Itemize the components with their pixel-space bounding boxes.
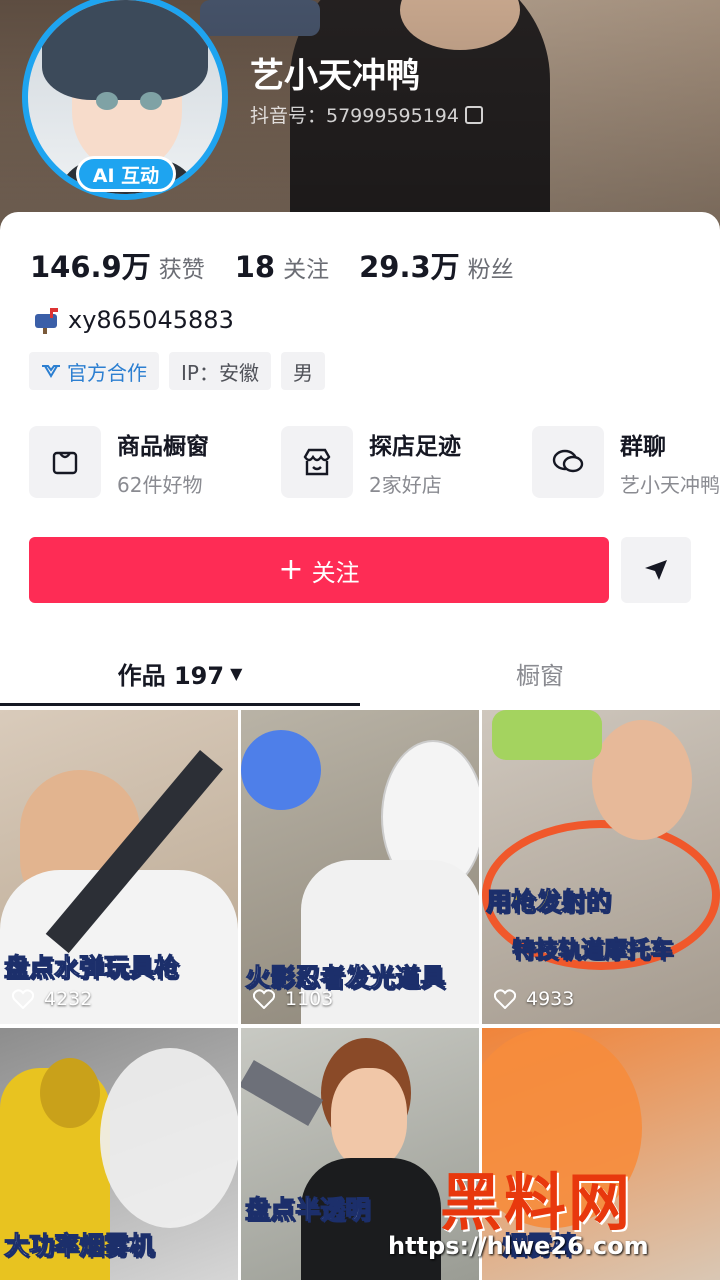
feature-group-chat[interactable]: 群聊 艺小天冲鸭 bbox=[532, 426, 720, 498]
follow-button[interactable]: + 关注 bbox=[29, 537, 609, 603]
following-count[interactable]: 18 bbox=[235, 250, 275, 284]
bag-icon bbox=[29, 426, 101, 498]
heart-icon bbox=[253, 989, 275, 1009]
watermark-logo: 黑料网 bbox=[440, 1166, 633, 1239]
share-button[interactable] bbox=[621, 537, 691, 603]
tab-works[interactable]: 作品 197 ▼ bbox=[0, 640, 360, 706]
video-thumbnail[interactable]: 用枪发射的 特技轨道摩托车 4933 bbox=[482, 710, 720, 1024]
thumb-toy-ball bbox=[241, 730, 321, 810]
send-icon bbox=[645, 560, 667, 580]
thumb-smoke bbox=[100, 1048, 238, 1228]
video-caption-top: 用枪发射的 bbox=[485, 887, 612, 917]
tab-works-label: 作品 197 bbox=[117, 661, 225, 690]
feature-title: 商品橱窗 bbox=[117, 433, 209, 460]
heart-icon bbox=[12, 989, 34, 1009]
tag-official-label: 官方合作 bbox=[67, 360, 147, 385]
tab-active-indicator bbox=[0, 703, 360, 706]
profile-tags: 官方合作 IP：安徽 男 bbox=[29, 352, 325, 390]
thumb-person bbox=[592, 720, 692, 840]
bio-email: xy865045883 bbox=[32, 306, 234, 334]
profile-stats: 146.9万 获赞 18 关注 29.3万 粉丝 bbox=[30, 244, 544, 286]
video-caption: 大功率烟雾机 bbox=[3, 1231, 155, 1261]
chat-icon bbox=[532, 426, 604, 498]
avatar-eye-right bbox=[140, 92, 162, 110]
video-likes: 4933 bbox=[494, 988, 574, 1010]
likes-count: 4232 bbox=[44, 988, 93, 1010]
avatar-eye-left bbox=[96, 92, 118, 110]
video-thumbnail[interactable]: 火影忍者发光道具 1103 bbox=[241, 710, 479, 1024]
tag-gender: 男 bbox=[280, 352, 325, 390]
video-caption: 盘点半透明 bbox=[244, 1195, 371, 1225]
tab-showcase[interactable]: 橱窗 bbox=[360, 640, 720, 706]
email-text: xy865045883 bbox=[68, 306, 234, 334]
following-label: 关注 bbox=[283, 257, 330, 283]
caret-down-icon: ▼ bbox=[230, 663, 243, 683]
feature-title: 探店足迹 bbox=[369, 433, 461, 460]
douyin-id[interactable]: 抖音号：57999595194 bbox=[250, 101, 483, 128]
thumb-face bbox=[331, 1068, 407, 1168]
douyin-id-text: 抖音号：57999595194 bbox=[250, 105, 459, 127]
thumb-jet bbox=[241, 1060, 324, 1126]
tab-showcase-label: 橱窗 bbox=[516, 661, 564, 690]
feature-subtitle: 62件好物 bbox=[117, 472, 203, 497]
store-icon bbox=[281, 426, 353, 498]
video-thumbnail[interactable]: 盘点水弹玩具枪 4232 bbox=[0, 710, 238, 1024]
watermark-url: https://hlwe26.com bbox=[388, 1232, 649, 1260]
mailbox-icon bbox=[32, 306, 62, 334]
thumb-toy bbox=[492, 710, 602, 760]
feature-subtitle: 艺小天冲鸭 bbox=[620, 472, 720, 497]
feature-store-visits[interactable]: 探店足迹 2家好店 bbox=[281, 426, 461, 498]
feature-title: 群聊 bbox=[620, 433, 666, 460]
feature-product-showcase[interactable]: 商品橱窗 62件好物 bbox=[29, 426, 209, 498]
avatar-hair bbox=[42, 0, 208, 100]
tag-ip-location: IP：安徽 bbox=[169, 352, 271, 390]
thumb-gas-mask bbox=[40, 1058, 100, 1128]
plus-icon: + bbox=[278, 552, 304, 587]
tag-ip-label: IP：安徽 bbox=[181, 360, 259, 385]
ai-badge-label: AI 互动 bbox=[92, 164, 160, 187]
followers-count[interactable]: 29.3万 bbox=[359, 244, 460, 286]
tag-gender-label: 男 bbox=[292, 360, 313, 385]
feature-subtitle: 2家好店 bbox=[369, 472, 442, 497]
profile-name: 艺小天冲鸭 bbox=[250, 56, 420, 96]
video-thumbnail[interactable]: 大功率烟雾机 bbox=[0, 1028, 238, 1280]
video-caption: 盘点水弹玩具枪 bbox=[3, 953, 180, 983]
likes-count: 1103 bbox=[285, 988, 334, 1010]
followers-label: 粉丝 bbox=[467, 257, 514, 283]
likes-count[interactable]: 146.9万 bbox=[30, 244, 151, 286]
ai-interaction-badge[interactable]: AI 互动 bbox=[76, 156, 176, 192]
copy-icon[interactable] bbox=[464, 105, 483, 124]
video-caption: 特技轨道摩托车 bbox=[512, 937, 674, 964]
heart-icon bbox=[494, 989, 516, 1009]
likes-count: 4933 bbox=[526, 988, 575, 1010]
tag-official-cooperation[interactable]: 官方合作 bbox=[29, 352, 159, 390]
video-likes: 4232 bbox=[12, 988, 92, 1010]
handshake-icon bbox=[42, 365, 60, 378]
likes-label: 获赞 bbox=[158, 257, 205, 283]
video-likes: 1103 bbox=[253, 988, 333, 1010]
follow-label: 关注 bbox=[311, 558, 360, 587]
